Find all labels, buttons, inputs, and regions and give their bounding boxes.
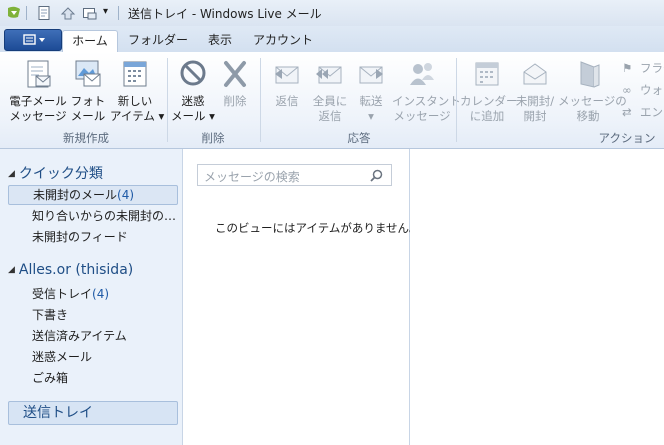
add-to-calendar-button[interactable]: カレンダー に追加 <box>460 58 518 124</box>
tab-folder[interactable]: フォルダー <box>128 30 188 52</box>
move-message-button[interactable]: メッセージの 移動 <box>558 58 627 124</box>
ribbon-separator <box>167 58 168 142</box>
menu-icon <box>23 34 45 45</box>
move-message-label: メッセージの 移動 <box>558 94 627 123</box>
tab-home[interactable]: ホーム <box>62 30 118 53</box>
group-label-delete: 削除 <box>201 131 225 145</box>
collapse-triangle-icon[interactable]: ◢ <box>8 169 15 179</box>
folder-sent-items[interactable]: 送信済みアイテム <box>8 326 178 346</box>
title-bar: ▾ 送信トレイ - Windows Live メール <box>0 0 664 26</box>
group-label-actions: アクション <box>598 131 656 145</box>
reply-button[interactable]: 返信 <box>268 58 306 109</box>
encoding-icon: ⇄ <box>622 105 632 119</box>
folder-drafts[interactable]: 下書き <box>8 305 178 325</box>
app-menu-button[interactable] <box>4 29 62 51</box>
reply-icon <box>275 66 299 84</box>
reply-all-button[interactable]: 全員に 返信 <box>310 58 350 124</box>
message-list: メッセージの検索 このビューにはアイテムがありません。 <box>183 149 421 445</box>
junk-icon <box>180 60 206 86</box>
folder-label: 受信トレイ <box>32 287 93 301</box>
tab-account[interactable]: アカウント <box>252 30 314 52</box>
instant-message-button[interactable]: インスタント メッセージ <box>392 58 461 124</box>
photo-email-label: フォト メール <box>70 94 106 123</box>
ribbon: 電子メール メッセージ フォト メール 新しい アイテム ▾ 新規作成 迷惑 メ… <box>0 52 664 149</box>
junk-button[interactable]: 迷惑 メール ▾ <box>170 58 216 124</box>
forward-label: 転送 ▾ <box>359 94 383 123</box>
flag-button[interactable]: ⚑ フラグ <box>622 60 664 76</box>
new-email-label: 電子メール メッセージ <box>9 94 67 123</box>
watch-label: ウォッ <box>640 83 664 97</box>
unread-read-button[interactable]: 未開封/ 開封 <box>512 58 558 124</box>
photo-email-button[interactable]: フォト メール <box>66 58 110 124</box>
instant-message-label: インスタント メッセージ <box>392 94 461 123</box>
calendar-icon <box>475 62 499 86</box>
delete-label: 削除 <box>223 94 247 108</box>
unread-count: (4) <box>117 188 135 202</box>
flag-icon: ⚑ <box>622 61 633 75</box>
forward-button[interactable]: 転送 ▾ <box>352 58 390 124</box>
account-title: Alles.or (thisida) <box>18 262 134 278</box>
empty-list-message: このビューにはアイテムがありません。 <box>215 221 421 235</box>
reply-quick-icon[interactable] <box>82 5 98 21</box>
reply-all-label: 全員に 返信 <box>312 94 348 123</box>
unread-read-icon <box>523 63 547 85</box>
collapse-triangle-icon[interactable]: ◢ <box>8 265 15 275</box>
delete-x-icon <box>224 61 246 87</box>
new-email-button[interactable]: 電子メール メッセージ <box>8 58 68 124</box>
new-document-icon[interactable] <box>36 5 52 21</box>
tab-view[interactable]: 表示 <box>200 30 240 52</box>
photo-email-icon <box>75 60 101 87</box>
group-label-respond: 応答 <box>347 131 371 145</box>
folder-unread-feeds[interactable]: 未開封のフィード <box>8 227 178 247</box>
send-receive-icon[interactable] <box>60 5 76 21</box>
calendar-new-icon <box>123 61 147 87</box>
account-header[interactable]: ◢ Alles.or (thisida) <box>8 262 133 278</box>
encoding-button[interactable]: ⇄ エンコ <box>622 104 664 120</box>
folder-label: 未開封のメール <box>33 188 118 202</box>
ribbon-separator <box>260 58 261 142</box>
email-message-icon <box>27 60 51 88</box>
group-label-new: 新規作成 <box>63 131 109 145</box>
junk-label: 迷惑 メール ▾ <box>171 94 215 123</box>
flag-label: フラグ <box>640 61 664 75</box>
folder-unread-mail[interactable]: 未開封のメール(4) <box>8 185 178 205</box>
quick-access-menu-icon[interactable]: ▾ <box>103 6 108 17</box>
ribbon-tab-row: ホーム フォルダー 表示 アカウント <box>0 26 664 53</box>
reading-pane <box>410 149 664 445</box>
ribbon-separator <box>456 58 457 142</box>
encoding-label: エンコ <box>640 105 664 119</box>
reply-all-icon <box>316 66 342 84</box>
folder-pane: ◢クイック分類 未開封のメール(4) 知り合いからの未開封のメール 未開封のフィ… <box>0 149 183 445</box>
reply-label: 返信 <box>275 94 299 108</box>
search-placeholder: メッセージの検索 <box>204 170 300 184</box>
folder-unread-from-contacts[interactable]: 知り合いからの未開封のメール <box>8 206 178 226</box>
new-items-button[interactable]: 新しい アイテム ▾ <box>110 58 165 124</box>
instant-message-icon <box>410 63 434 85</box>
add-to-calendar-label: カレンダー に追加 <box>460 94 518 123</box>
unread-count: (4) <box>92 287 110 301</box>
folder-junk[interactable]: 迷惑メール <box>8 347 178 367</box>
forward-icon <box>359 66 383 84</box>
move-folder-icon <box>580 61 600 88</box>
app-logo-icon <box>8 6 20 18</box>
search-icon[interactable] <box>370 169 383 182</box>
quick-views-header[interactable]: ◢ クイック分類 <box>8 163 103 183</box>
watch-button[interactable]: ∞ ウォッ <box>622 82 664 98</box>
search-input[interactable]: メッセージの検索 <box>197 164 392 186</box>
quick-views-title: クイック分類 <box>18 166 103 182</box>
window-title: 送信トレイ - Windows Live メール <box>128 7 322 21</box>
new-items-label: 新しい アイテム ▾ <box>110 94 165 123</box>
watch-glasses-icon: ∞ <box>622 83 632 97</box>
folder-inbox[interactable]: 受信トレイ(4) <box>8 284 178 304</box>
folder-deleted-items[interactable]: ごみ箱 <box>8 368 178 388</box>
delete-button[interactable]: 削除 <box>216 58 254 109</box>
unread-read-label: 未開封/ 開封 <box>515 94 555 123</box>
folder-outbox[interactable]: 送信トレイ <box>8 401 178 425</box>
